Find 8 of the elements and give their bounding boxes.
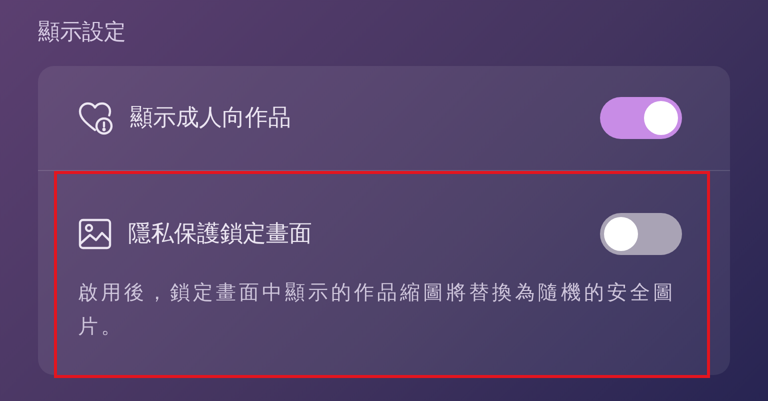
heart-alert-icon: [78, 101, 114, 135]
setting-description: 啟用後，鎖定畫面中顯示的作品縮圖將替換為隨機的安全圖片。: [78, 279, 677, 340]
section-title: 顯示設定: [38, 19, 127, 47]
toggle-switch[interactable]: [600, 213, 682, 255]
toggle-switch[interactable]: [600, 97, 682, 139]
setting-label: 顯示成人向作品: [130, 104, 291, 133]
image-icon: [78, 218, 112, 250]
setting-label: 隱私保護鎖定畫面: [128, 220, 312, 249]
